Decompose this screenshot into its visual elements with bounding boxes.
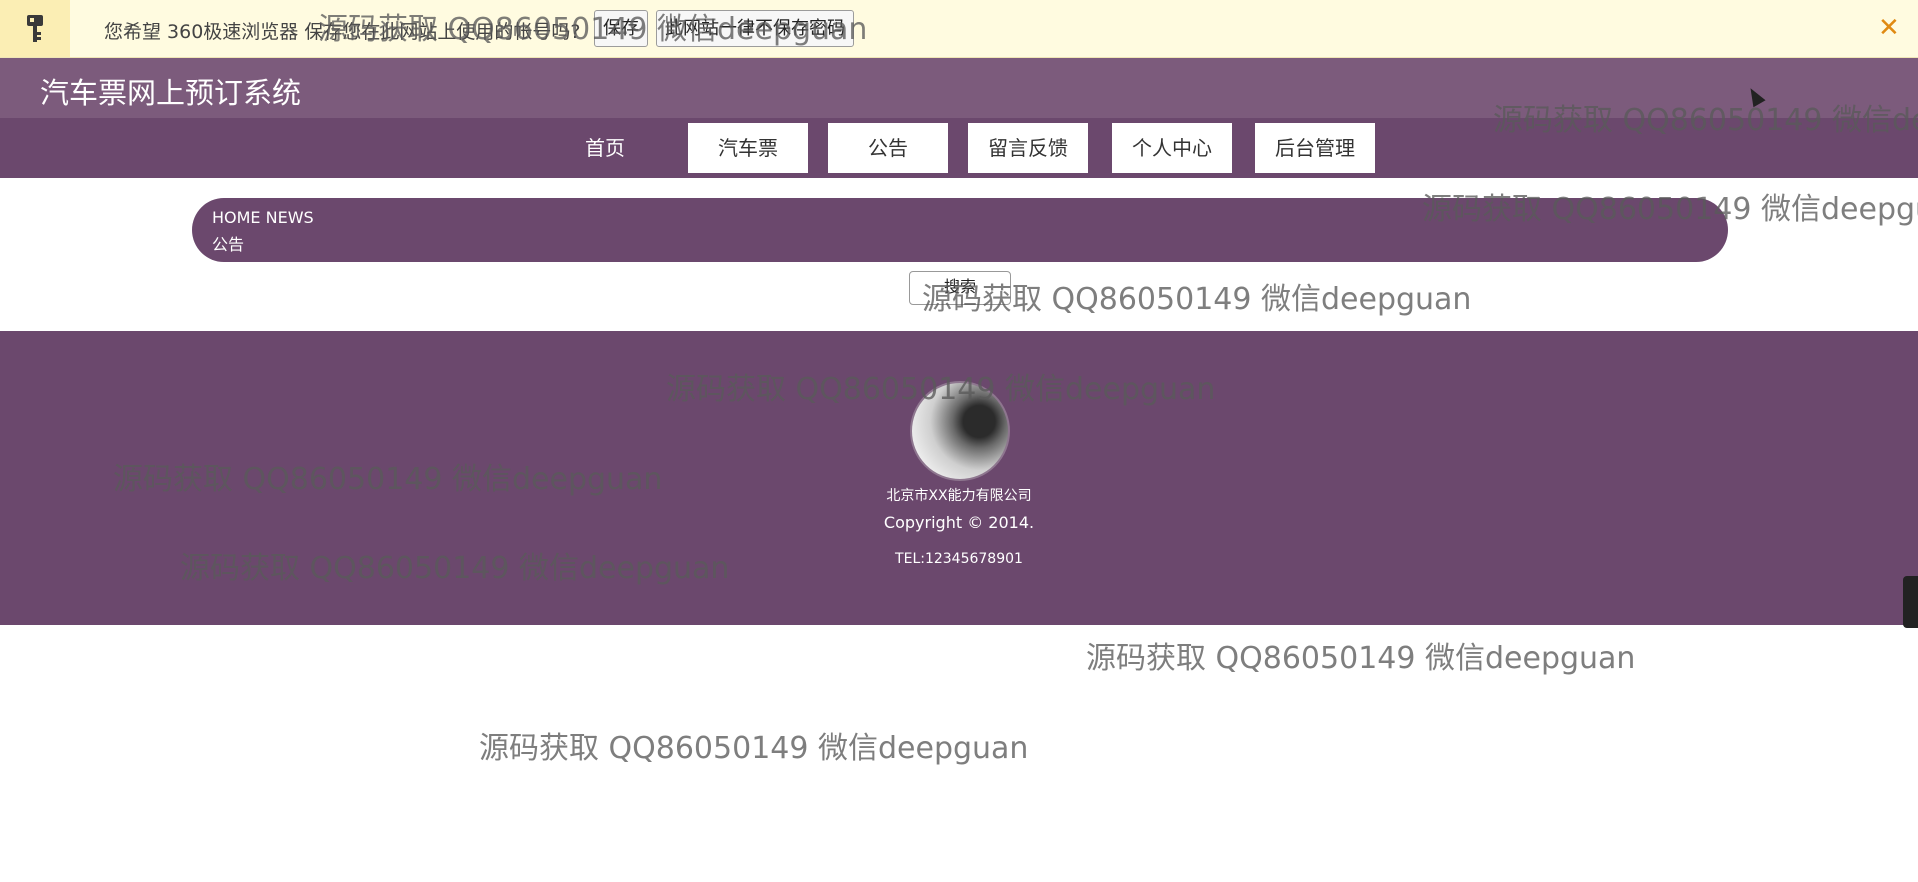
key-icon xyxy=(0,0,70,57)
site-footer: 北京市XX能力有限公司 Copyright © 2014. TEL:123456… xyxy=(0,331,1918,625)
company-avatar xyxy=(910,381,1010,481)
never-save-password-button[interactable]: 此网站一律不保存密码 xyxy=(656,10,854,47)
breadcrumb-en: HOME NEWS xyxy=(212,208,314,227)
password-save-bar: 您希望 360极速浏览器 保存您在此网站上使用的帐号吗? 保存 此网站一律不保存… xyxy=(0,0,1918,58)
nav-item-bus-tickets[interactable]: 汽车票 xyxy=(688,123,808,173)
password-save-message: 您希望 360极速浏览器 保存您在此网站上使用的帐号吗? xyxy=(104,21,581,43)
watermark: 源码获取 QQ86050149 微信deepguan xyxy=(479,731,1029,766)
nav-item-admin[interactable]: 后台管理 xyxy=(1255,123,1375,173)
breadcrumb: HOME NEWS 公告 xyxy=(192,198,1728,262)
breadcrumb-zh: 公告 xyxy=(212,235,245,254)
nav-item-home[interactable]: 首页 xyxy=(545,123,665,173)
save-password-button[interactable]: 保存 xyxy=(594,10,648,47)
site-header: 汽车票网上预订系统 xyxy=(0,58,1918,118)
side-scroll-widget[interactable] xyxy=(1903,576,1918,628)
main-nav: 首页 汽车票 公告 留言反馈 个人中心 后台管理 xyxy=(0,118,1918,178)
nav-item-personal-center[interactable]: 个人中心 xyxy=(1112,123,1232,173)
footer-copyright: Copyright © 2014. xyxy=(883,513,1035,532)
close-icon[interactable]: ✕ xyxy=(1878,14,1900,42)
search-button[interactable]: 搜索 xyxy=(909,271,1011,305)
footer-company: 北京市XX能力有限公司 xyxy=(886,488,1032,504)
nav-item-announcements[interactable]: 公告 xyxy=(828,123,948,173)
site-title: 汽车票网上预订系统 xyxy=(40,76,302,110)
watermark: 源码获取 QQ86050149 微信deepguan xyxy=(1086,641,1636,676)
footer-tel: TEL:12345678901 xyxy=(895,551,1023,567)
nav-item-feedback[interactable]: 留言反馈 xyxy=(968,123,1088,173)
page: 您希望 360极速浏览器 保存您在此网站上使用的帐号吗? 保存 此网站一律不保存… xyxy=(0,0,1918,882)
